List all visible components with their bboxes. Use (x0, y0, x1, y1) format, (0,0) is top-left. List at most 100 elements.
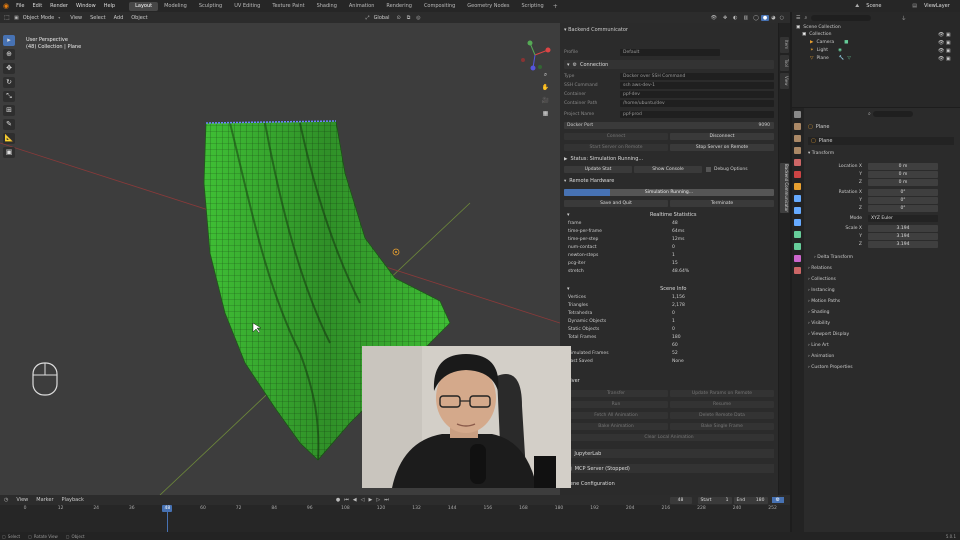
tab-geometry-nodes[interactable]: Geometry Nodes (461, 0, 515, 12)
show-console-button[interactable]: Show Console (634, 165, 702, 173)
scene-configuration-row[interactable]: Scene Configuration (564, 479, 774, 488)
eye-icon[interactable]: 👁 ▣ (938, 39, 951, 47)
container-field[interactable]: ppf-dev (620, 90, 774, 98)
resume-button[interactable]: Resume (670, 401, 774, 408)
props-section-line-art[interactable]: › Line Art (808, 343, 829, 348)
measure-tool-icon[interactable]: 📐 (3, 133, 15, 144)
outliner-item-collection[interactable]: ▣ Collection (802, 31, 832, 38)
end-frame-field[interactable]: End 180 (733, 496, 768, 504)
rotate-tool-icon[interactable]: ↻ (3, 77, 15, 88)
pan-hand-icon[interactable]: ✋ (541, 84, 550, 93)
chevron-down-icon[interactable]: ▾ (564, 212, 573, 218)
tab-compositing[interactable]: Compositing (418, 0, 461, 12)
location-z-field[interactable]: 0 m (868, 179, 938, 186)
filter-icon[interactable]: ⌕ (804, 15, 811, 21)
record-icon[interactable]: ● (334, 497, 342, 503)
prev-key-icon[interactable]: ◀ (351, 497, 359, 503)
transform-header[interactable]: ▾ Transform (808, 151, 834, 156)
scene-tab-icon[interactable] (794, 159, 801, 166)
scale-tool-icon[interactable]: ⤡ (3, 91, 15, 102)
scale-z-field[interactable]: 3.194 (868, 241, 938, 248)
menu-edit[interactable]: Edit (28, 0, 46, 12)
timeline[interactable]: 0 12 24 36 48 60 72 84 96 108 120 132 144 156 168 180 19… (0, 505, 790, 532)
visibility-icon[interactable]: 👁 (708, 15, 720, 21)
rotation-x-field[interactable]: 0° (868, 189, 938, 196)
play-reverse-icon[interactable]: ◁ (359, 497, 367, 503)
pivot-icon[interactable]: ⊙ (394, 15, 404, 21)
bake-animation-button[interactable]: Bake Animation (564, 423, 668, 430)
current-frame-field[interactable]: 48 (669, 496, 692, 504)
props-section-visibility[interactable]: › Visibility (808, 321, 830, 326)
shading-wireframe-icon[interactable]: ◯ (751, 15, 761, 21)
particles-tab-icon[interactable] (794, 207, 801, 214)
tab-animation[interactable]: Animation (343, 0, 381, 12)
timeline-menu-playback[interactable]: Playback (58, 497, 88, 503)
delete-remote-data-button[interactable]: Delete Remote Data (670, 412, 774, 419)
container-path-field[interactable]: /home/ubuntu/dev (620, 99, 774, 107)
mode-dropdown[interactable]: Object Mode (19, 15, 59, 21)
menu-add[interactable]: Add (110, 15, 128, 21)
menu-help[interactable]: Help (100, 0, 119, 12)
start-server-button[interactable]: Start Server on Remote (564, 143, 668, 151)
tab-modeling[interactable]: Modeling (158, 0, 193, 12)
menu-object[interactable]: Object (127, 15, 151, 21)
save-and-quit-button[interactable]: Save and Quit (564, 199, 668, 207)
zoom-icon[interactable]: ⌕ (541, 71, 550, 80)
location-x-field[interactable]: 0 m (868, 163, 938, 170)
add-workspace-icon[interactable]: + (550, 3, 561, 10)
eye-icon[interactable]: 👁 ▣ (938, 55, 951, 63)
tab-item[interactable]: Item (780, 37, 789, 53)
delta-transform-header[interactable]: › Delta Transform (814, 255, 853, 260)
snap-icon[interactable]: ⧉ (404, 15, 414, 21)
props-search-input[interactable] (872, 111, 913, 117)
tab-scripting[interactable]: Scripting (515, 0, 549, 12)
scene-selector[interactable]: Scene (862, 0, 912, 12)
outliner-item-light[interactable]: ✶ Light ◉ (810, 47, 842, 54)
ssh-command-field[interactable]: ssh aws-dev-1 (620, 81, 774, 89)
menu-view[interactable]: View (66, 15, 86, 21)
tab-view[interactable]: View (780, 73, 789, 89)
tab-shading[interactable]: Shading (311, 0, 343, 12)
tab-backend-communicator[interactable]: Backend Communicator (780, 163, 789, 213)
texture-tab-icon[interactable] (794, 267, 801, 274)
disconnect-button[interactable]: Disconnect (670, 132, 774, 140)
menu-file[interactable]: File (12, 0, 28, 12)
tab-tool[interactable]: Tool (780, 55, 789, 71)
camera-view-icon[interactable]: 🎥 (541, 97, 550, 106)
modifier-tab-icon[interactable] (794, 195, 801, 202)
tab-texture-paint[interactable]: Texture Paint (266, 0, 310, 12)
data-tab-icon[interactable] (794, 243, 801, 250)
world-tab-icon[interactable] (794, 171, 801, 178)
props-section-animation[interactable]: › Animation (808, 354, 834, 359)
shading-solid-icon[interactable]: ● (760, 14, 770, 21)
debug-options-checkbox[interactable] (706, 166, 711, 172)
type-field[interactable]: Docker over SSH Command (620, 72, 774, 80)
view-layer-tab-icon[interactable] (794, 147, 801, 154)
annotate-tool-icon[interactable]: ✎ (3, 119, 15, 130)
object-name-field[interactable]: ▢ Plane (808, 137, 954, 145)
connection-header[interactable]: ▾ ⚙ Connection (564, 60, 774, 69)
timeline-menu-view[interactable]: View (12, 497, 32, 503)
stop-server-button[interactable]: Stop Server on Remote (670, 143, 774, 151)
clear-local-animation-button[interactable]: Clear Local Animation (564, 434, 774, 441)
menu-render[interactable]: Render (46, 0, 72, 12)
docker-port-field[interactable]: Docker Port 9090 (564, 121, 774, 129)
material-tab-icon[interactable] (794, 255, 801, 262)
profile-dropdown[interactable]: Default (620, 48, 720, 56)
scale-y-field[interactable]: 3.194 (868, 233, 938, 240)
shading-rendered-icon[interactable]: ○ (778, 15, 786, 21)
cursor-tool-icon[interactable]: ⊕ (3, 49, 15, 60)
tab-rendering[interactable]: Rendering (380, 0, 418, 12)
fetch-all-animation-button[interactable]: Fetch All Animation (564, 412, 668, 419)
proportional-edit-icon[interactable]: ◎ (413, 15, 423, 21)
add-cube-tool-icon[interactable]: ▣ (3, 147, 15, 158)
next-key-icon[interactable]: ▷ (374, 497, 382, 503)
play-icon[interactable]: ▶ (366, 497, 374, 503)
chevron-down-icon[interactable]: ▾ (564, 286, 573, 292)
props-section-viewport-display[interactable]: › Viewport Display (808, 332, 849, 337)
search-input[interactable] (811, 15, 872, 21)
terminate-button[interactable]: Terminate (670, 199, 774, 207)
grid-view-icon[interactable]: ▦ (541, 110, 550, 119)
jump-start-icon[interactable]: ⏮ (342, 497, 351, 503)
gizmo-icon[interactable]: ✥ (720, 15, 730, 21)
